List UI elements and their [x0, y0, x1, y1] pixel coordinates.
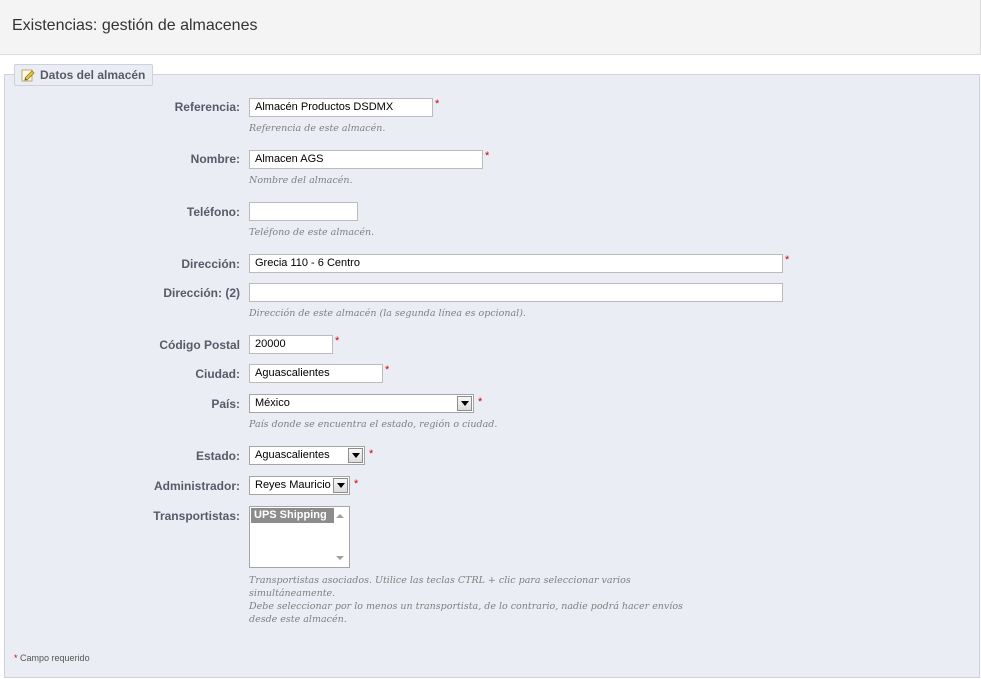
postcode-label: Código Postal: [159, 338, 240, 352]
carriers-hint-line-1: Transportistas asociados. Utilice las te…: [249, 575, 631, 586]
required-note-mark: *: [14, 653, 18, 663]
name-input[interactable]: Almacen AGS: [249, 150, 483, 169]
name-required-mark: *: [485, 150, 490, 162]
address-required-mark: *: [785, 254, 790, 266]
scroll-down-icon[interactable]: [336, 556, 344, 560]
city-label: Ciudad:: [195, 367, 240, 381]
carriers-hint-line-3: Debe seleccionar por lo menos un transpo…: [249, 601, 683, 612]
manager-label: Administrador:: [153, 479, 240, 493]
country-label: País:: [211, 397, 240, 411]
carriers-label: Transportistas:: [153, 509, 240, 523]
country-selected-value: México: [255, 397, 290, 409]
pencil-icon: [21, 68, 35, 82]
page-header: Existencias: gestión de almacenes: [0, 0, 981, 55]
phone-label: Teléfono:: [186, 205, 240, 219]
address2-hint: Dirección de este almacén (la segunda lí…: [249, 308, 526, 319]
address-input[interactable]: Grecia 110 - 6 Centro: [249, 254, 783, 273]
country-select[interactable]: México: [249, 394, 474, 413]
reference-hint: Referencia de este almacén.: [249, 123, 386, 134]
state-required-mark: *: [369, 448, 374, 460]
postcode-input[interactable]: 20000: [249, 335, 333, 354]
page-title: Existencias: gestión de almacenes: [12, 17, 258, 34]
address2-input[interactable]: [249, 283, 783, 302]
state-select[interactable]: Aguascalientes: [249, 446, 365, 465]
country-required-mark: *: [478, 396, 483, 408]
name-hint: Nombre del almacén.: [249, 175, 353, 186]
chevron-down-icon[interactable]: [348, 448, 363, 463]
chevron-down-icon[interactable]: [457, 396, 472, 411]
fieldset-legend-label: Datos del almacén: [40, 68, 146, 82]
reference-required-mark: *: [435, 98, 440, 110]
reference-label: Referencia:: [174, 100, 240, 114]
postcode-required-mark: *: [335, 335, 340, 347]
city-input[interactable]: Aguascalientes: [249, 364, 383, 383]
name-label: Nombre:: [190, 152, 240, 166]
manager-select[interactable]: Reyes Mauricio: [249, 476, 350, 495]
scroll-up-icon[interactable]: [336, 514, 344, 518]
carriers-hint-line-4: desde este almacén.: [249, 614, 347, 625]
fieldset-legend: Datos del almacén: [14, 64, 154, 86]
carriers-listbox[interactable]: UPS Shipping: [249, 506, 350, 568]
chevron-down-icon[interactable]: [333, 478, 348, 493]
state-label: Estado:: [195, 449, 240, 463]
reference-input[interactable]: Almacén Productos DSDMX: [249, 98, 433, 117]
city-required-mark: *: [385, 364, 390, 376]
required-note-text: Campo requerido: [20, 653, 90, 663]
phone-hint: Teléfono de este almacén.: [249, 227, 375, 238]
manager-selected-value: Reyes Mauricio: [255, 479, 331, 491]
address2-label: Dirección: (2): [163, 286, 240, 300]
phone-input[interactable]: [249, 202, 358, 221]
country-hint: País donde se encuentra el estado, regió…: [249, 419, 498, 430]
listbox-scrollbar[interactable]: [333, 508, 348, 566]
manager-required-mark: *: [354, 478, 359, 490]
carrier-option[interactable]: UPS Shipping: [251, 508, 334, 523]
required-field-note: * Campo requerido: [14, 653, 90, 663]
carriers-hint-line-2: simultáneamente.: [249, 588, 336, 599]
state-selected-value: Aguascalientes: [255, 449, 330, 461]
address-label: Dirección:: [181, 257, 240, 271]
